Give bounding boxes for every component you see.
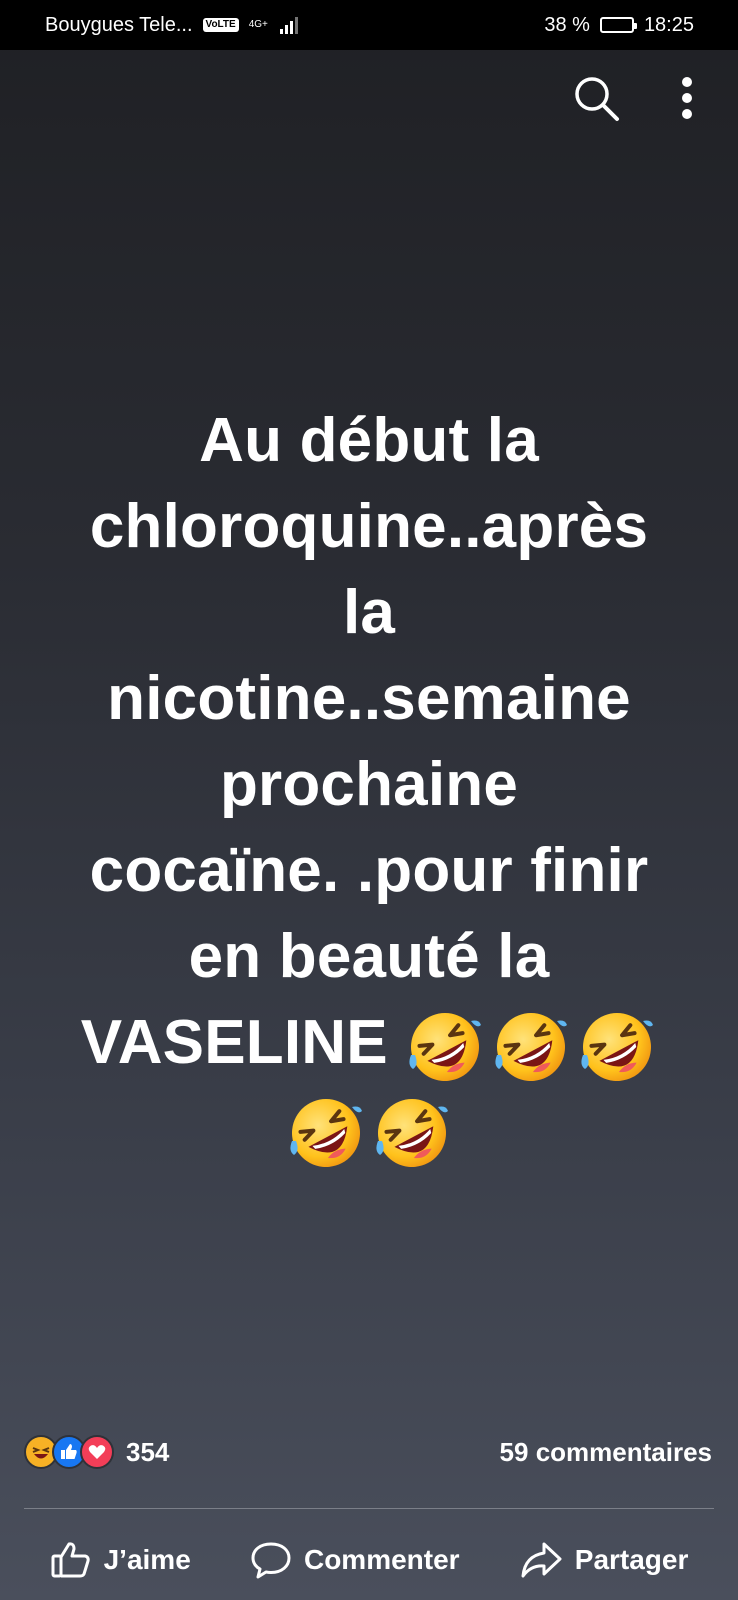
- emoji-group-1: [405, 1006, 658, 1087]
- battery-icon: [599, 17, 637, 33]
- post-line-vaseline: VASELINE: [80, 1008, 388, 1077]
- reaction-count: 354: [126, 1436, 170, 1467]
- rolling-laughing-emoji-icon: [577, 1006, 658, 1087]
- post-line: prochaine: [219, 750, 519, 819]
- post-line: en beauté la: [188, 922, 550, 991]
- emoji-line: [40, 1087, 698, 1174]
- share-label: Partager: [574, 1544, 689, 1575]
- post-line: chloroquine..après: [89, 492, 649, 561]
- volte-badge: VoLTE: [202, 18, 239, 32]
- network-type: 4G+: [248, 19, 268, 30]
- rolling-laughing-emoji-icon: [372, 1093, 452, 1174]
- battery-percent: 38 %: [544, 13, 590, 36]
- love-reaction-icon: [80, 1435, 114, 1469]
- top-actions: [572, 74, 694, 122]
- search-icon[interactable]: [572, 74, 620, 122]
- post-line-last: VASELINE: [40, 1000, 698, 1087]
- emoji-group-2: [286, 1093, 452, 1174]
- reaction-summary[interactable]: 354: [24, 1435, 169, 1469]
- status-bar: Bouygues Tele... VoLTE 4G+ 38 % 18:25: [0, 0, 738, 50]
- like-button[interactable]: J’aime: [50, 1539, 191, 1581]
- reactions-bar: 354 59 commentaires: [24, 1430, 714, 1474]
- clock: 18:25: [643, 13, 694, 36]
- status-right: 38 % 18:25: [544, 14, 694, 37]
- divider: [24, 1508, 714, 1509]
- signal-icon: [279, 16, 298, 34]
- more-options-icon[interactable]: [680, 76, 694, 120]
- rolling-laughing-emoji-icon: [405, 1006, 486, 1087]
- comment-bubble-icon: [251, 1542, 291, 1579]
- thumbs-up-icon: [51, 1542, 90, 1578]
- post-line: la: [342, 578, 396, 647]
- share-button[interactable]: Partager: [519, 1539, 689, 1581]
- comment-button[interactable]: Commenter: [250, 1539, 460, 1581]
- action-bar: J’aime Commenter Partager: [0, 1530, 738, 1590]
- comments-count-link[interactable]: 59 commentaires: [500, 1437, 712, 1468]
- carrier-name: Bouygues Tele...: [45, 13, 193, 36]
- like-label: J’aime: [103, 1544, 191, 1575]
- post-line: nicotine..semaine: [107, 664, 631, 733]
- post-line: Au début la: [199, 406, 539, 475]
- post-line: cocaïne. .pour finir: [89, 836, 649, 905]
- post-text: Au début la chloroquine..après la nicoti…: [40, 398, 698, 1174]
- comment-label: Commenter: [303, 1544, 460, 1575]
- share-arrow-icon: [521, 1542, 562, 1578]
- status-left: Bouygues Tele... VoLTE 4G+: [45, 14, 298, 37]
- rolling-laughing-emoji-icon: [286, 1093, 366, 1174]
- rolling-laughing-emoji-icon: [491, 1006, 572, 1087]
